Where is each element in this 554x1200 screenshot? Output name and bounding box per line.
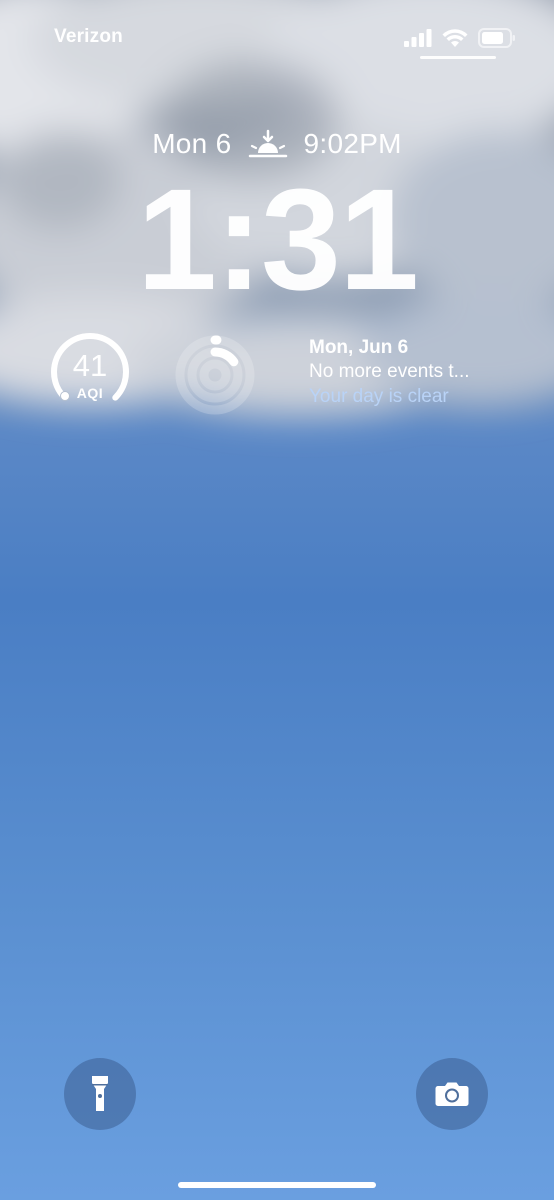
wifi-icon — [442, 29, 468, 47]
sunset-icon — [248, 129, 287, 158]
calendar-date: Mon, Jun 6 — [309, 337, 409, 358]
sunset-time: 9:02PM — [303, 128, 402, 159]
activity-rings-icon — [175, 335, 255, 415]
camera-icon — [435, 1082, 469, 1106]
home-indicator[interactable] — [178, 1182, 376, 1188]
carrier-name: Verizon — [54, 26, 123, 47]
camera-button[interactable] — [416, 1058, 488, 1130]
calendar-event: No more events t... — [309, 361, 470, 382]
aqi-value: 41 — [72, 348, 108, 383]
status-bar: Verizon — [0, 26, 554, 56]
calendar-widget[interactable]: Mon, Jun 6 No more events t... Your day … — [309, 336, 529, 409]
control-center-indicator[interactable] — [420, 56, 496, 59]
status-icons — [404, 28, 516, 48]
activity-widget[interactable] — [174, 334, 256, 416]
flashlight-icon — [92, 1076, 108, 1111]
aqi-widget[interactable]: 41 AQI — [48, 330, 132, 414]
flashlight-button[interactable] — [64, 1058, 136, 1130]
calendar-status: Your day is clear — [309, 386, 449, 407]
date-text: Mon 6 — [152, 128, 232, 159]
date-line: Mon 6 9:02PM — [0, 128, 554, 160]
lock-screen-clock[interactable]: 1:31 — [0, 168, 554, 312]
aqi-label: AQI — [76, 385, 104, 401]
cellular-signal-icon — [404, 29, 432, 47]
battery-icon — [478, 28, 515, 48]
